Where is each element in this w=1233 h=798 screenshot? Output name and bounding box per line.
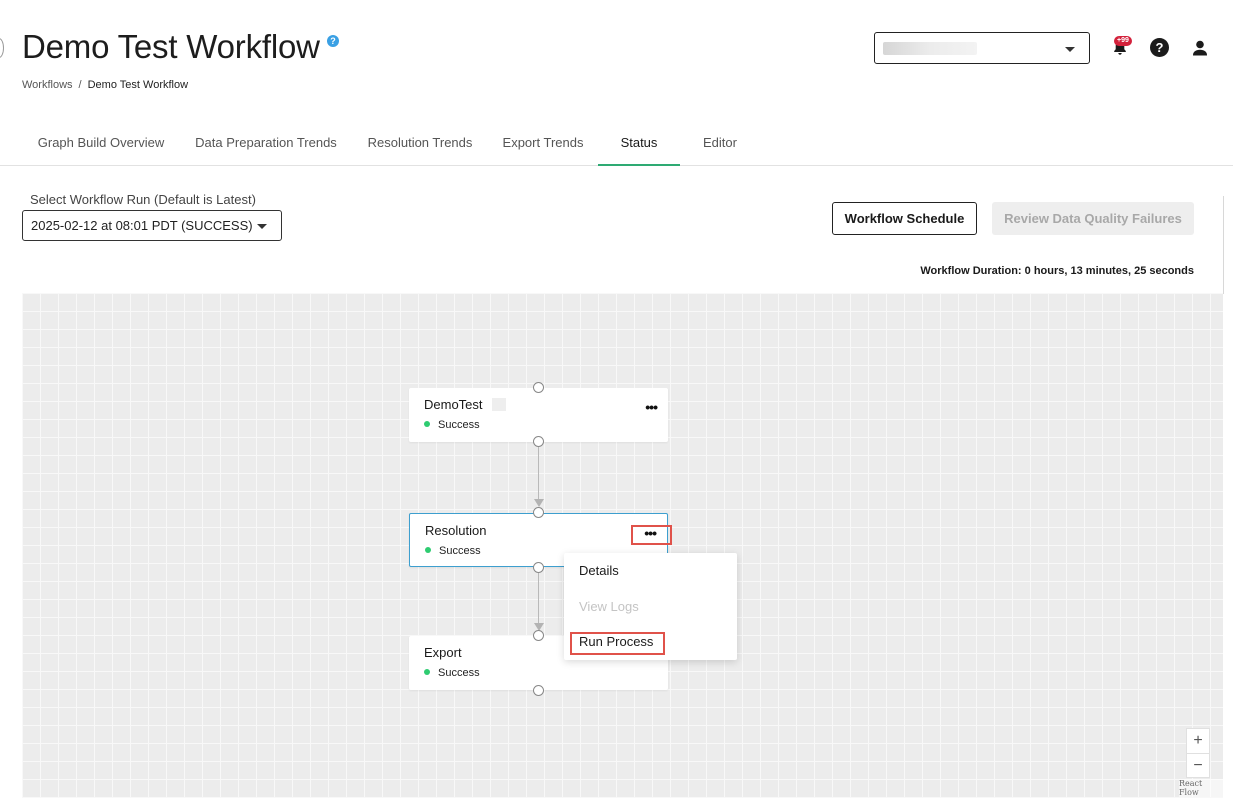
zoom-out-button[interactable]: − xyxy=(1187,753,1209,777)
node-title: Export xyxy=(424,645,462,660)
tab-graph-build-overview[interactable]: Graph Build Overview xyxy=(22,124,180,166)
node-title-redacted xyxy=(492,398,506,411)
workflow-duration: Workflow Duration: 0 hours, 13 minutes, … xyxy=(920,265,1194,277)
zoom-in-button[interactable]: + xyxy=(1187,729,1209,753)
workflow-run-value: 2025-02-12 at 08:01 PDT (SUCCESS) xyxy=(31,218,253,233)
user-icon[interactable] xyxy=(1190,38,1210,58)
chevron-down-icon xyxy=(1065,47,1075,52)
help-icon[interactable]: ? xyxy=(1150,38,1169,57)
breadcrumb-separator: / xyxy=(78,79,82,91)
tab-export-trends[interactable]: Export Trends xyxy=(488,124,598,166)
breadcrumb-current: Demo Test Workflow xyxy=(87,79,189,91)
node-handle[interactable] xyxy=(533,382,544,393)
review-data-quality-failures-button[interactable]: Review Data Quality Failures xyxy=(992,202,1194,235)
node-status: Success xyxy=(439,545,481,557)
node-handle[interactable] xyxy=(533,436,544,447)
edge-resolution-export xyxy=(538,572,539,628)
page-title: Demo Test Workflow xyxy=(22,28,320,65)
workflow-schedule-button[interactable]: Workflow Schedule xyxy=(832,202,977,235)
workflow-graph-canvas[interactable]: DemoTest Success ••• Resolution Success … xyxy=(22,293,1223,798)
breadcrumb: Workflows / Demo Test Workflow xyxy=(22,79,188,91)
zoom-controls: + − xyxy=(1186,728,1210,778)
edge-arrow xyxy=(534,499,544,507)
node-title: DemoTest xyxy=(424,397,483,412)
menu-item-view-logs[interactable]: View Logs xyxy=(579,599,639,614)
node-demotest[interactable]: DemoTest Success ••• xyxy=(409,388,668,442)
status-success-dot xyxy=(425,547,431,553)
workflow-run-select[interactable]: 2025-02-12 at 08:01 PDT (SUCCESS) xyxy=(22,210,282,241)
node-handle[interactable] xyxy=(533,562,544,573)
tab-editor[interactable]: Editor xyxy=(680,124,760,166)
highlight-box-node-menu xyxy=(631,525,672,545)
node-title: Resolution xyxy=(425,523,487,538)
divider xyxy=(1223,196,1224,294)
react-flow-attribution[interactable]: React Flow xyxy=(1179,779,1223,797)
menu-item-details[interactable]: Details xyxy=(579,563,619,578)
tab-status[interactable]: Status xyxy=(598,124,680,166)
highlight-box-run-process xyxy=(570,632,665,655)
status-success-dot xyxy=(424,421,430,427)
tenant-select[interactable] xyxy=(874,32,1090,64)
chevron-down-icon xyxy=(257,224,267,229)
notification-badge: +99 xyxy=(1114,36,1132,46)
node-status: Success xyxy=(438,419,480,431)
node-handle[interactable] xyxy=(533,507,544,518)
node-status: Success xyxy=(438,667,480,679)
node-handle[interactable] xyxy=(533,630,544,641)
edge-demotest-resolution xyxy=(538,447,539,505)
back-button-edge[interactable] xyxy=(0,38,4,58)
node-handle[interactable] xyxy=(533,685,544,696)
tab-data-preparation-trends[interactable]: Data Preparation Trends xyxy=(180,124,352,166)
title-help-icon[interactable]: ? xyxy=(327,35,339,47)
more-options-icon[interactable]: ••• xyxy=(645,400,658,414)
breadcrumb-workflows-link[interactable]: Workflows xyxy=(22,79,73,91)
tab-resolution-trends[interactable]: Resolution Trends xyxy=(352,124,488,166)
status-success-dot xyxy=(424,669,430,675)
tenant-select-value-redacted xyxy=(883,42,977,55)
tab-bar: Graph Build Overview Data Preparation Tr… xyxy=(0,124,1233,166)
run-select-label: Select Workflow Run (Default is Latest) xyxy=(30,192,256,207)
